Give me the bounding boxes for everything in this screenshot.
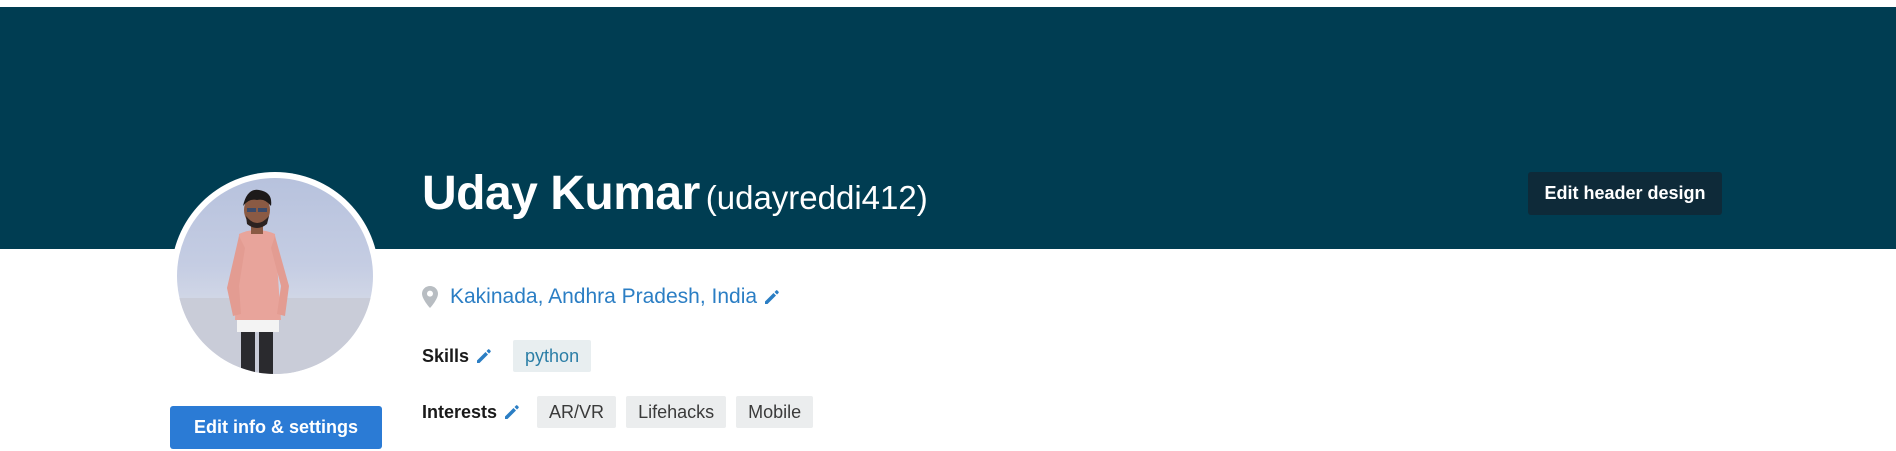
skills-row: Skills python (422, 340, 592, 372)
avatar-photo-illustration (177, 189, 373, 374)
interest-tag[interactable]: Lifehacks (626, 396, 727, 428)
map-pin-icon (422, 286, 438, 308)
interest-tag[interactable]: AR/VR (537, 396, 617, 428)
interests-row: Interests AR/VR Lifehacks Mobile (422, 396, 814, 428)
location-link[interactable]: Kakinada, Andhra Pradesh, India (450, 285, 757, 309)
interest-tag[interactable]: Mobile (736, 396, 814, 428)
profile-page: Uday Kumar (udayreddi412) Edit header des… (0, 0, 1896, 451)
edit-skills-pencil-icon[interactable] (475, 347, 493, 365)
interests-tags: AR/VR Lifehacks Mobile (537, 396, 814, 428)
edit-location-pencil-icon[interactable] (763, 288, 781, 306)
avatar-photo (177, 178, 373, 374)
skill-tag[interactable]: python (513, 340, 592, 372)
edit-header-design-button[interactable]: Edit header design (1528, 172, 1722, 215)
interests-label: Interests (422, 401, 498, 422)
profile-username: (udayreddi412) (705, 179, 928, 216)
top-strip (0, 0, 1896, 7)
edit-info-settings-button[interactable]: Edit info & settings (170, 406, 382, 449)
edit-interests-pencil-icon[interactable] (503, 403, 521, 421)
avatar[interactable] (171, 172, 379, 380)
skills-label: Skills (422, 345, 470, 366)
profile-name-line: Uday Kumar (udayreddi412) (422, 166, 928, 221)
profile-full-name: Uday Kumar (422, 167, 700, 220)
skills-tags: python (513, 340, 592, 372)
location-row: Kakinada, Andhra Pradesh, India (422, 283, 781, 311)
